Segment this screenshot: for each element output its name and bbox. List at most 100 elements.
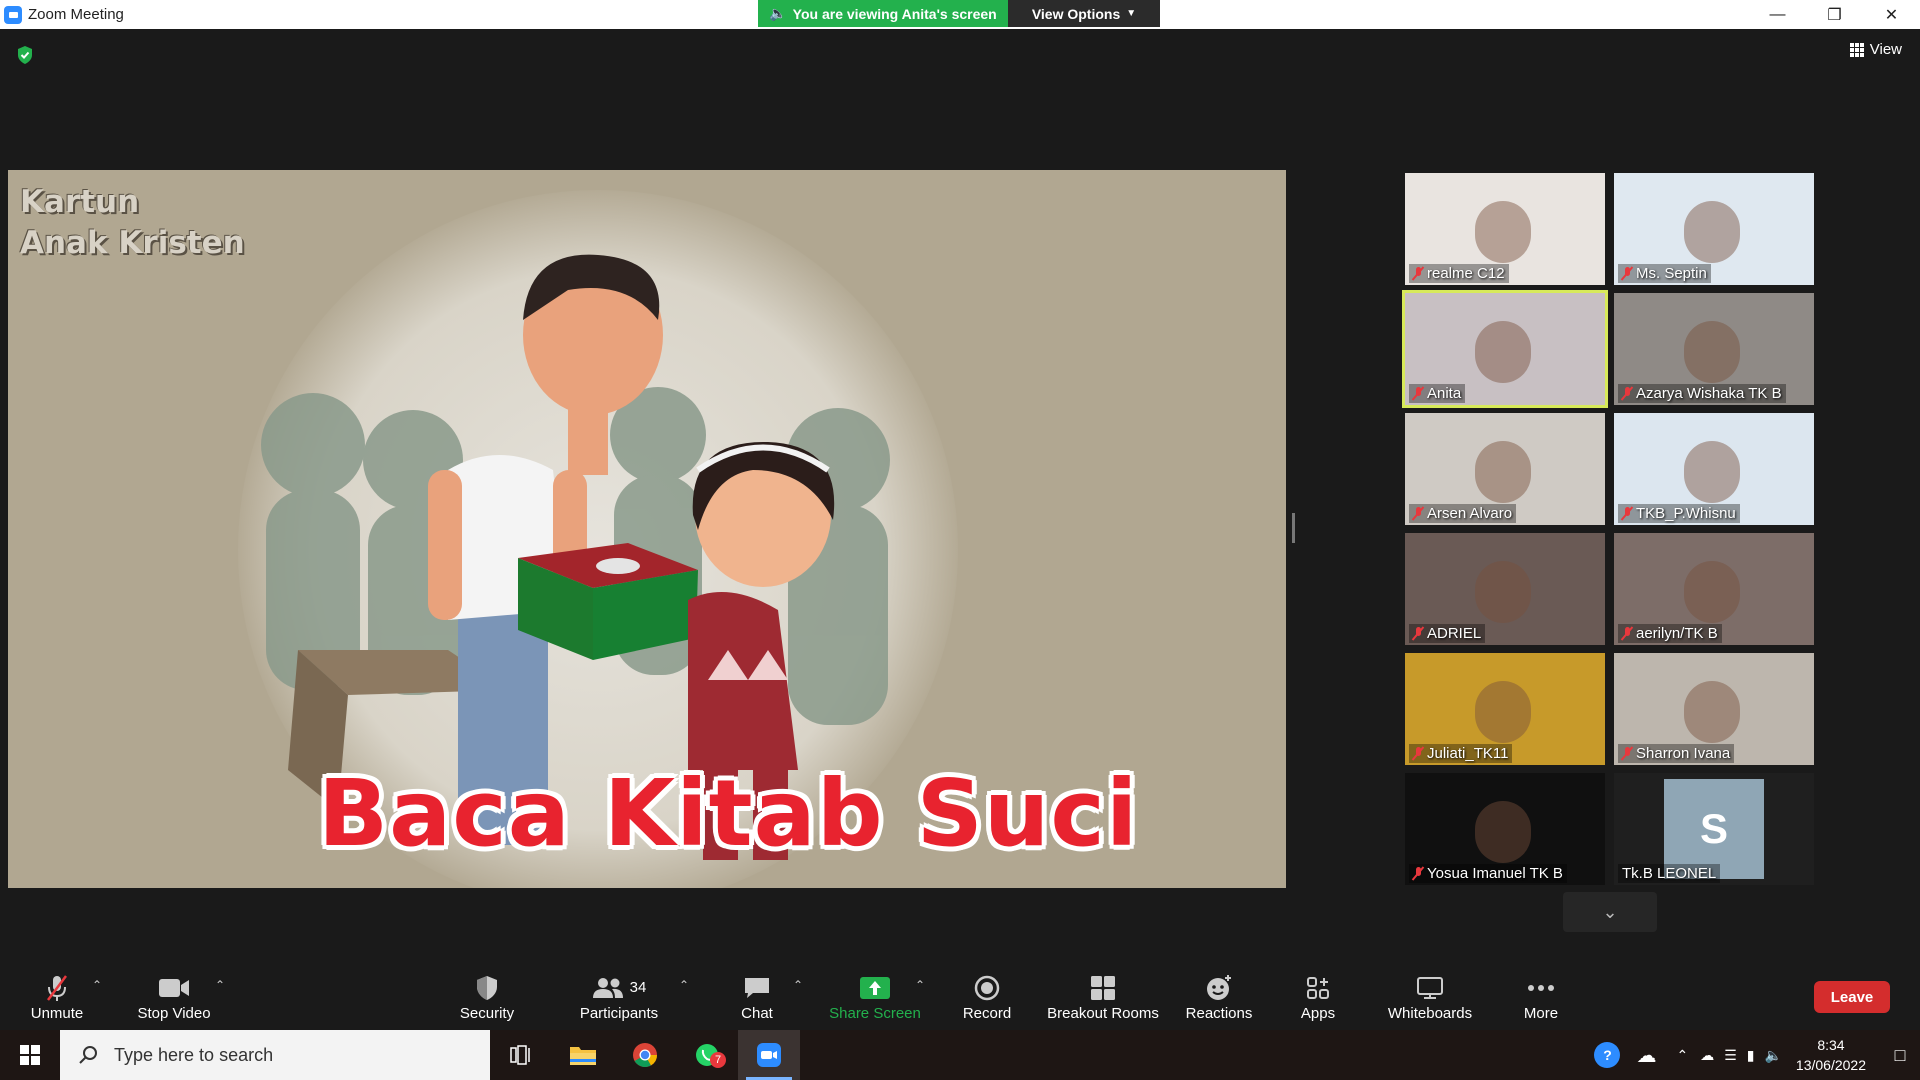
participant-name: Anita xyxy=(1409,384,1466,403)
meeting-toolbar: Unmute ⌃ Stop Video ⌃ Security 34 Partic… xyxy=(0,964,1920,1030)
participants-button[interactable]: 34 Participants xyxy=(576,964,662,1030)
chrome-button[interactable] xyxy=(614,1030,676,1080)
participant-video xyxy=(1684,441,1740,503)
restore-button[interactable]: ❐ xyxy=(1806,0,1863,29)
task-view-button[interactable] xyxy=(490,1030,552,1080)
leave-button[interactable]: Leave xyxy=(1814,981,1890,1013)
battery-icon[interactable]: ▮ xyxy=(1747,1047,1755,1064)
participant-tile[interactable]: Juliati_TK11 xyxy=(1405,653,1605,765)
wifi-icon[interactable]: ☰ xyxy=(1724,1047,1737,1064)
gallery-view-button[interactable]: View xyxy=(1849,41,1902,58)
whatsapp-badge: 7 xyxy=(710,1052,726,1068)
more-button[interactable]: More xyxy=(1521,964,1561,1030)
chrome-icon xyxy=(633,1043,657,1068)
participant-tile[interactable]: aerilyn/TK B xyxy=(1614,533,1814,645)
chat-button[interactable]: Chat xyxy=(737,964,777,1030)
participant-name-label: realme C12 xyxy=(1427,265,1505,282)
stop-video-button[interactable]: Stop Video xyxy=(134,964,214,1030)
mic-muted-icon xyxy=(1622,506,1632,521)
participant-tile[interactable]: TKB_P.Whisnu xyxy=(1614,413,1814,525)
more-label: More xyxy=(1523,1004,1559,1022)
chevron-up-icon[interactable]: ⌃ xyxy=(1676,1047,1688,1064)
record-label: Record xyxy=(962,1004,1012,1022)
participants-count: 34 xyxy=(629,979,647,996)
reactions-button[interactable]: Reactions xyxy=(1185,964,1253,1030)
participant-name: Sharron Ivana xyxy=(1618,744,1735,763)
participant-tile[interactable]: Arsen Alvaro xyxy=(1405,413,1605,525)
reactions-label: Reactions xyxy=(1185,1004,1253,1022)
whiteboards-button[interactable]: Whiteboards xyxy=(1385,964,1475,1030)
chevron-down-icon: ⌄ xyxy=(1602,901,1618,922)
apps-button[interactable]: Apps xyxy=(1296,964,1340,1030)
participant-name-label: Arsen Alvaro xyxy=(1427,505,1513,522)
breakout-rooms-icon xyxy=(1091,975,1115,1000)
video-options-caret[interactable]: ⌃ xyxy=(215,978,225,992)
record-button[interactable]: Record xyxy=(960,964,1014,1030)
close-button[interactable]: ✕ xyxy=(1863,0,1920,29)
participant-name-label: aerilyn/TK B xyxy=(1636,625,1718,642)
mic-muted-icon xyxy=(1622,386,1632,401)
participant-name: realme C12 xyxy=(1409,264,1509,283)
security-button[interactable]: Security xyxy=(455,964,519,1030)
folder-icon xyxy=(570,1047,596,1065)
weather-icon[interactable]: ☁ xyxy=(1636,1043,1656,1068)
window-controls: — ❐ ✕ xyxy=(1749,0,1920,29)
windows-taskbar: Type here to search 7 ? ☁ ⌃ ☁ ☰ ▮ 🔈 8:34… xyxy=(0,1030,1920,1080)
unmute-button[interactable]: Unmute xyxy=(24,964,90,1030)
security-label: Security xyxy=(459,1004,515,1022)
participant-tile[interactable]: ADRIEL xyxy=(1405,533,1605,645)
participant-name: Juliati_TK11 xyxy=(1409,744,1513,763)
participant-tile[interactable]: Azarya Wishaka TK B xyxy=(1614,293,1814,405)
caption-line-1: Kartun xyxy=(20,184,140,220)
start-button[interactable] xyxy=(0,1030,60,1080)
help-icon[interactable]: ? xyxy=(1594,1042,1621,1068)
participant-name-label: Yosua Imanuel TK B xyxy=(1427,865,1563,882)
windows-logo-icon xyxy=(20,1045,40,1065)
participant-tile[interactable]: Sharron Ivana xyxy=(1614,653,1814,765)
participant-tile[interactable]: S Tk.B LEONEL xyxy=(1614,773,1814,885)
participant-name-label: Anita xyxy=(1427,385,1462,402)
panel-splitter[interactable] xyxy=(1292,513,1295,543)
participant-tile[interactable]: Ms. Septin xyxy=(1614,173,1814,285)
share-options-caret[interactable]: ⌃ xyxy=(915,978,925,992)
mic-muted-icon xyxy=(1622,746,1632,761)
participant-tile[interactable]: Anita xyxy=(1402,290,1608,408)
file-explorer-button[interactable] xyxy=(552,1030,614,1080)
clock[interactable]: 8:34 13/06/2022 xyxy=(1796,1035,1866,1075)
stop-video-label: Stop Video xyxy=(137,1004,211,1022)
taskbar-search[interactable]: Type here to search xyxy=(60,1030,490,1080)
volume-icon[interactable]: 🔈 xyxy=(1764,1047,1781,1064)
zoom-taskbar-button[interactable] xyxy=(738,1030,800,1080)
participant-video xyxy=(1475,201,1531,263)
participant-video xyxy=(1475,441,1531,503)
participant-name: Arsen Alvaro xyxy=(1409,504,1517,523)
participant-name: Azarya Wishaka TK B xyxy=(1618,384,1786,403)
participant-tile[interactable]: realme C12 xyxy=(1405,173,1605,285)
clock-date: 13/06/2022 xyxy=(1795,1057,1866,1073)
share-screen-button[interactable]: Share Screen xyxy=(829,964,921,1030)
gallery-scroll-down-button[interactable]: ⌄ xyxy=(1563,892,1657,932)
participant-name: Ms. Septin xyxy=(1618,264,1711,283)
audio-options-caret[interactable]: ⌃ xyxy=(92,978,102,992)
whatsapp-button[interactable]: 7 xyxy=(676,1030,738,1080)
participant-name-label: Sharron Ivana xyxy=(1636,745,1731,762)
chat-options-caret[interactable]: ⌃ xyxy=(793,978,803,992)
notification-icon[interactable]: □ xyxy=(1880,1045,1920,1066)
mic-muted-icon xyxy=(1413,266,1423,281)
mic-muted-icon xyxy=(47,974,67,1001)
viewing-banner: 🔈 You are viewing Anita's screen xyxy=(758,0,1008,27)
participant-video xyxy=(1684,681,1740,743)
view-options-button[interactable]: View Options ▼ xyxy=(1008,0,1160,27)
breakout-rooms-label: Breakout Rooms xyxy=(1047,1004,1159,1022)
security-shield-icon xyxy=(477,975,497,1000)
breakout-rooms-button[interactable]: Breakout Rooms xyxy=(1045,964,1161,1030)
participants-options-caret[interactable]: ⌃ xyxy=(679,978,689,992)
participant-name: Tk.B LEONEL xyxy=(1618,864,1721,883)
participant-tile[interactable]: Yosua Imanuel TK B xyxy=(1405,773,1605,885)
participant-video xyxy=(1684,561,1740,623)
minimize-button[interactable]: — xyxy=(1749,0,1806,29)
shield-icon[interactable] xyxy=(16,45,34,65)
participant-name-label: Ms. Septin xyxy=(1636,265,1707,282)
onedrive-icon[interactable]: ☁ xyxy=(1700,1047,1714,1064)
reactions-smile-icon xyxy=(1207,974,1231,1000)
